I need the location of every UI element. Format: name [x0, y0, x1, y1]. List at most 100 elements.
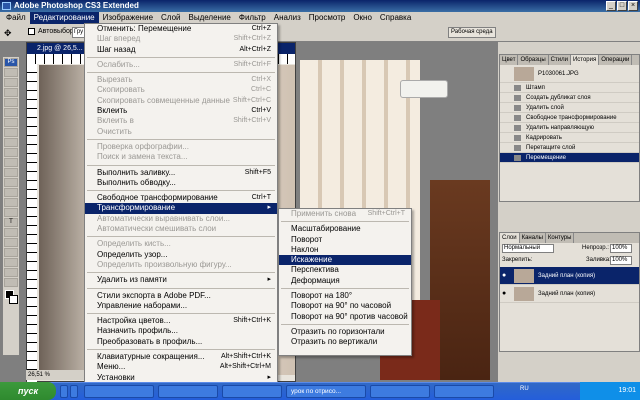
menu-item[interactable]: Клавиатурные сокращения... Alt+Shift+Ctrl…	[85, 352, 277, 362]
quicklaunch-icon[interactable]	[60, 385, 68, 398]
start-button[interactable]: пуск	[0, 382, 56, 400]
menu-file[interactable]: Файл	[2, 12, 30, 24]
history-snapshot[interactable]: P1030061.JPG	[500, 65, 639, 83]
menu-item[interactable]: Управление наборами...	[85, 301, 277, 311]
menu-item-label: Наклон	[291, 244, 319, 254]
menu-item[interactable]: Искажение	[279, 255, 411, 266]
zoom-readout[interactable]: 26,51 %	[26, 370, 86, 380]
menu-item[interactable]: Поворот на 180°	[279, 291, 411, 301]
menu-item[interactable]: Перспектива	[279, 265, 411, 275]
menu-item[interactable]: Определить узор...	[85, 250, 277, 260]
pen-tool-icon[interactable]	[4, 208, 18, 217]
history-item-current[interactable]: Перемещение	[500, 153, 639, 163]
taskbar-button[interactable]	[84, 385, 154, 398]
taskbar-button[interactable]	[434, 385, 494, 398]
move-tool-icon[interactable]: ✥	[4, 28, 12, 39]
menu-item[interactable]: Удалить из памяти ▸	[85, 275, 277, 285]
menu-item[interactable]: Преобразовать в профиль...	[85, 337, 277, 347]
taskbar-button[interactable]	[222, 385, 282, 398]
menu-item[interactable]: Поворот на 90° по часовой	[279, 301, 411, 311]
tab-actions[interactable]: Операции	[599, 55, 633, 65]
tab-layers[interactable]: Слои	[500, 233, 520, 243]
healing-tool-icon[interactable]	[4, 128, 18, 137]
gradient-tool-icon[interactable]	[4, 178, 18, 187]
menu-item[interactable]: Отразить по горизонтали	[279, 327, 411, 337]
menu-item[interactable]: Деформация	[279, 276, 411, 286]
maximize-icon[interactable]: □	[617, 1, 627, 11]
menu-item-label: Меню...	[97, 362, 126, 372]
blend-mode-select[interactable]: Нормальный	[502, 244, 554, 253]
dodge-tool-icon[interactable]	[4, 198, 18, 207]
color-swatches[interactable]	[3, 288, 19, 310]
notes-tool-icon[interactable]	[4, 248, 18, 257]
history-item[interactable]: Свободное трансформирование	[500, 113, 639, 123]
lasso-tool-icon[interactable]	[4, 88, 18, 97]
eye-icon[interactable]: ●	[502, 272, 510, 279]
workspace-button[interactable]: Рабочая среда	[448, 27, 496, 38]
snapshot-thumbnail	[514, 67, 534, 81]
tab-history[interactable]: История	[570, 55, 600, 65]
eraser-tool-icon[interactable]	[4, 168, 18, 177]
taskbar-button[interactable]	[158, 385, 218, 398]
history-item[interactable]: Создать дубликат слоя	[500, 93, 639, 103]
background-color-swatch[interactable]	[9, 295, 18, 304]
fill-input[interactable]: 100%	[610, 256, 632, 265]
menu-item[interactable]: Назначить профиль...	[85, 326, 277, 336]
zoom-tool-icon[interactable]	[4, 278, 18, 287]
menu-help[interactable]: Справка	[376, 12, 415, 24]
menu-item[interactable]: Свободное трансформирование Ctrl+T	[85, 193, 277, 203]
path-select-tool-icon[interactable]	[4, 228, 18, 237]
history-item[interactable]: Удалить направляющую	[500, 123, 639, 133]
blur-tool-icon[interactable]	[4, 188, 18, 197]
auto-select-checkbox[interactable]	[28, 28, 35, 35]
menu-item[interactable]: Поворот	[279, 235, 411, 245]
layer-row[interactable]: ● Задний план (копия)	[500, 267, 639, 285]
menu-item[interactable]: Трансформирование ▸	[85, 203, 277, 214]
menu-item[interactable]: Масштабирование	[279, 224, 411, 234]
menu-item[interactable]: Меню... Alt+Shift+Ctrl+M	[85, 362, 277, 372]
menu-item[interactable]: Шаг назад Alt+Ctrl+Z	[85, 45, 277, 55]
menu-item[interactable]: Настройка цветов... Shift+Ctrl+K	[85, 316, 277, 326]
taskbar-button[interactable]: урок по отрисо...	[286, 385, 366, 398]
move-tool-icon[interactable]	[4, 68, 18, 77]
menu-item[interactable]: Отменить: Перемещение Ctrl+Z	[85, 24, 277, 34]
menu-item[interactable]: Выполнить обводку...	[85, 178, 277, 188]
close-icon[interactable]: ×	[628, 1, 638, 11]
hand-tool-icon[interactable]	[4, 268, 18, 277]
history-item[interactable]: Перетащите слой	[500, 143, 639, 153]
minimize-icon[interactable]: _	[606, 1, 616, 11]
menu-item[interactable]: Выполнить заливку... Shift+F5	[85, 168, 277, 178]
language-indicator[interactable]: RU	[520, 386, 529, 392]
menu-item[interactable]: Поворот на 90° против часовой	[279, 312, 411, 322]
history-item[interactable]: Штамп	[500, 83, 639, 93]
marquee-tool-icon[interactable]	[4, 78, 18, 87]
menu-item-shortcut: Ctrl+V	[251, 107, 271, 115]
tab-channels[interactable]: Каналы	[520, 233, 546, 243]
tab-paths[interactable]: Контуры	[546, 233, 575, 243]
history-item[interactable]: Кадрировать	[500, 133, 639, 143]
opacity-input[interactable]: 100%	[610, 244, 632, 253]
brush-tool-icon[interactable]	[4, 138, 18, 147]
menu-item[interactable]: Вклеить Ctrl+V	[85, 106, 277, 116]
menu-item[interactable]: Стили экспорта в Adobe PDF...	[85, 291, 277, 301]
layer-row[interactable]: ● Задний план (копия)	[500, 285, 639, 303]
crop-tool-icon[interactable]	[4, 108, 18, 117]
menu-item[interactable]: Наклон	[279, 245, 411, 255]
menu-window[interactable]: Окно	[349, 12, 376, 24]
tab-swatches[interactable]: Образцы	[518, 55, 549, 65]
history-brush-tool-icon[interactable]	[4, 158, 18, 167]
menu-item[interactable]: Отразить по вертикали	[279, 337, 411, 347]
magic-wand-tool-icon[interactable]	[4, 98, 18, 107]
tab-color[interactable]: Цвет	[500, 55, 519, 65]
tab-styles[interactable]: Стили	[549, 55, 571, 65]
menu-view[interactable]: Просмотр	[305, 12, 350, 24]
history-item[interactable]: Удалить слой	[500, 103, 639, 113]
eyedropper-tool-icon[interactable]	[4, 258, 18, 267]
type-tool-icon[interactable]: T	[4, 218, 18, 227]
eye-icon[interactable]: ●	[502, 290, 510, 297]
stamp-tool-icon[interactable]	[4, 148, 18, 157]
shape-tool-icon[interactable]	[4, 238, 18, 247]
slice-tool-icon[interactable]	[4, 118, 18, 127]
quicklaunch-icon[interactable]	[70, 385, 78, 398]
taskbar-button[interactable]	[370, 385, 430, 398]
